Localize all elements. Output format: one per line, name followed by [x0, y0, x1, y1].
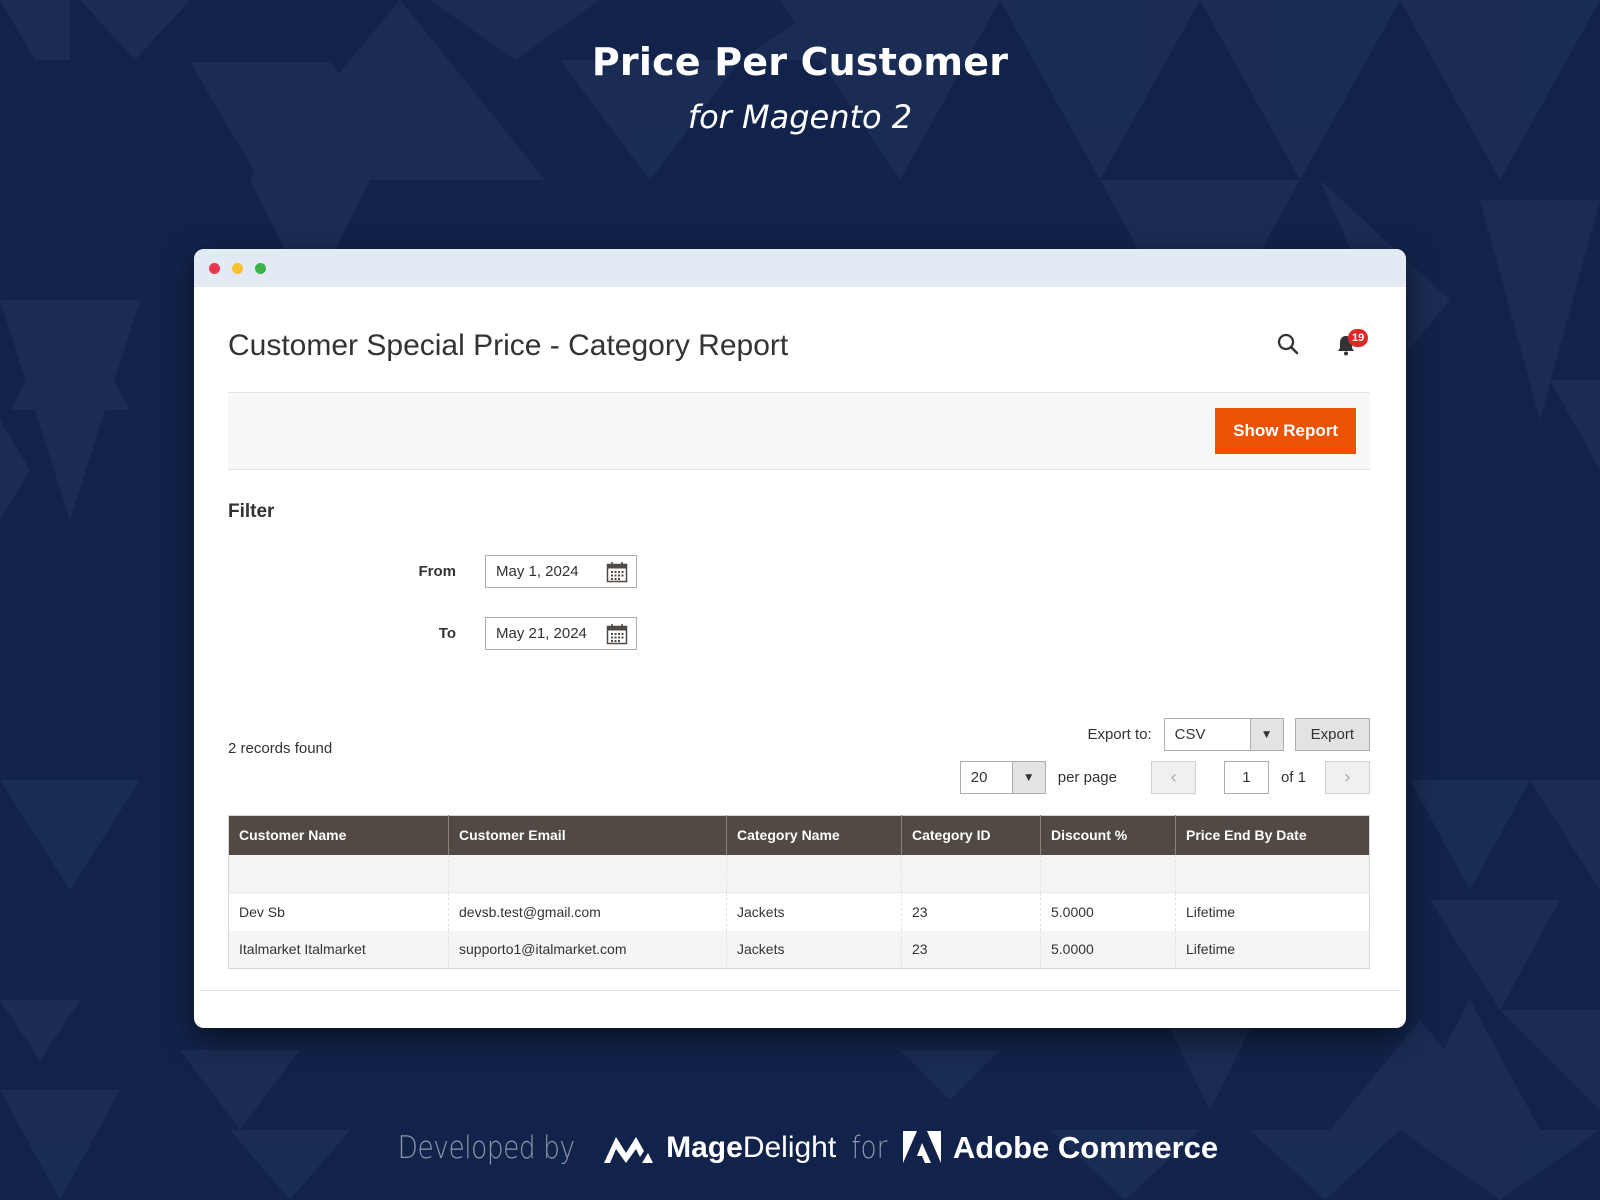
- current-page-input[interactable]: 1: [1223, 761, 1269, 794]
- grid-filter-row: [228, 854, 1370, 893]
- for-text: for: [851, 1130, 888, 1166]
- developed-by-text: Developed by: [397, 1130, 575, 1166]
- grid-header-row: Customer Name Customer Email Category Na…: [228, 815, 1370, 855]
- hero-subtitle: for Magento 2: [687, 98, 913, 136]
- export-button[interactable]: Export: [1294, 718, 1370, 751]
- to-date-field: To May 21, 2024: [228, 617, 637, 650]
- cell-discount: 5.0000: [1040, 892, 1176, 931]
- notification-count-badge: 19: [1348, 329, 1369, 347]
- column-header-category-id[interactable]: Category ID: [901, 815, 1041, 855]
- cell-price-end-date: Lifetime: [1175, 892, 1370, 931]
- footer-divider: [200, 990, 1400, 991]
- brand-light: Delight: [742, 1131, 837, 1164]
- show-report-button[interactable]: Show Report: [1215, 408, 1356, 454]
- per-page-select[interactable]: 20 ▼: [959, 761, 1046, 794]
- column-header-price-end-date[interactable]: Price End By Date: [1175, 815, 1370, 855]
- filter-cell: [901, 854, 1041, 893]
- window-maximize-button[interactable]: [255, 263, 266, 274]
- filter-cell: [448, 854, 727, 893]
- column-header-customer-email[interactable]: Customer Email: [448, 815, 727, 855]
- hero-header: Price Per Customer for Magento 2: [0, 40, 1600, 136]
- hero-title: Price Per Customer: [591, 40, 1009, 84]
- chevron-left-icon: ‹: [1169, 767, 1178, 788]
- chevron-down-icon: ▼: [1011, 762, 1045, 793]
- magedelight-brand: MageDelight: [666, 1131, 836, 1165]
- per-page-value: 20: [970, 769, 988, 786]
- credits-footer: Developed by MageDelight for Adobe Comme…: [0, 1130, 1600, 1166]
- export-label: Export to:: [1087, 726, 1152, 743]
- adobe-commerce-text: Adobe Commerce: [952, 1130, 1219, 1165]
- cell-discount: 5.0000: [1040, 930, 1176, 969]
- filter-section-title: Filter: [228, 501, 275, 522]
- filter-cell: [1175, 854, 1370, 893]
- pagination: 20 ▼ per page ‹ 1 of 1 ›: [959, 761, 1370, 794]
- from-label: From: [418, 563, 457, 580]
- cell-customer-name: Italmarket Italmarket: [228, 930, 449, 969]
- cell-customer-email: devsb.test@gmail.com: [448, 892, 727, 931]
- adobe-logo-icon: [902, 1131, 941, 1163]
- from-date-field: From May 1, 2024: [228, 555, 637, 588]
- records-found-count: 2 records found: [228, 740, 333, 757]
- calendar-icon[interactable]: [606, 623, 628, 645]
- page-content: Customer Special Price - Category Report…: [228, 287, 1370, 1028]
- table-row[interactable]: Dev Sb devsb.test@gmail.com Jackets 23 5…: [228, 892, 1370, 931]
- from-date-input[interactable]: May 1, 2024: [485, 555, 637, 588]
- notifications-button[interactable]: 19: [1336, 329, 1369, 357]
- export-format-select[interactable]: CSV ▼: [1163, 718, 1284, 751]
- export-format-value: CSV: [1174, 726, 1206, 743]
- cell-category-id: 23: [901, 930, 1041, 969]
- filter-cell: [726, 854, 902, 893]
- page-title: Customer Special Price - Category Report: [228, 329, 789, 362]
- cell-customer-email: supporto1@italmarket.com: [448, 930, 727, 969]
- to-date-input[interactable]: May 21, 2024: [485, 617, 637, 650]
- cell-category-name: Jackets: [726, 892, 902, 931]
- cell-customer-name: Dev Sb: [228, 892, 449, 931]
- column-header-category-name[interactable]: Category Name: [726, 815, 902, 855]
- page-actions-bar: Show Report: [228, 392, 1370, 470]
- filter-cell: [1040, 854, 1176, 893]
- column-header-discount[interactable]: Discount %: [1040, 815, 1176, 855]
- window-close-button[interactable]: [209, 263, 220, 274]
- chevron-down-icon: ▼: [1249, 719, 1283, 750]
- brand-bold: Mage: [666, 1131, 743, 1164]
- chevron-right-icon: ›: [1343, 767, 1352, 788]
- window-minimize-button[interactable]: [232, 263, 243, 274]
- report-grid: Customer Name Customer Email Category Na…: [228, 815, 1370, 969]
- total-pages: of 1: [1280, 769, 1306, 786]
- next-page-button[interactable]: ›: [1325, 761, 1370, 794]
- magedelight-logo-icon: [604, 1137, 654, 1163]
- header-actions: 19: [1276, 329, 1369, 357]
- calendar-icon[interactable]: [606, 561, 628, 583]
- from-date-value: May 1, 2024: [496, 563, 579, 580]
- cell-category-id: 23: [901, 892, 1041, 931]
- browser-window: Customer Special Price - Category Report…: [194, 249, 1406, 1028]
- to-label: To: [438, 625, 456, 642]
- to-date-value: May 21, 2024: [496, 625, 587, 642]
- table-row[interactable]: Italmarket Italmarket supporto1@italmark…: [228, 930, 1370, 969]
- per-page-label: per page: [1057, 769, 1117, 786]
- cell-category-name: Jackets: [726, 930, 902, 969]
- cell-price-end-date: Lifetime: [1175, 930, 1370, 969]
- column-header-customer-name[interactable]: Customer Name: [228, 815, 449, 855]
- search-icon[interactable]: [1276, 332, 1300, 356]
- filter-cell: [228, 854, 449, 893]
- window-titlebar: [194, 249, 1406, 287]
- previous-page-button[interactable]: ‹: [1150, 761, 1196, 794]
- export-controls: Export to: CSV ▼ Export: [1087, 718, 1370, 751]
